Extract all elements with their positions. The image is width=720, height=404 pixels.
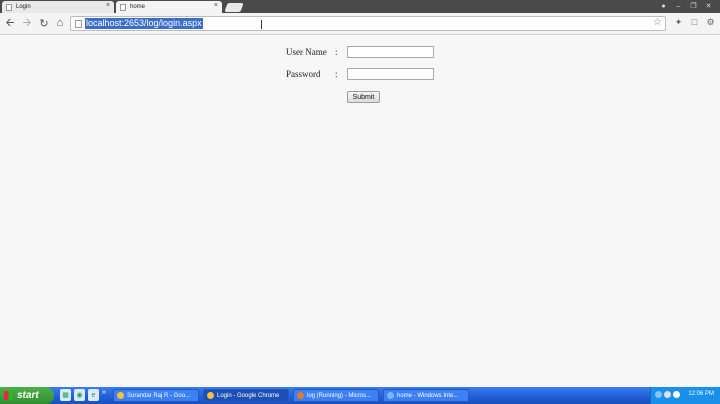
close-icon[interactable]: × <box>106 2 110 9</box>
taskbar-item-label: Surandar Raj R - Goo... <box>127 392 191 399</box>
username-label: User Name <box>286 47 327 57</box>
visual-studio-icon <box>297 392 304 399</box>
taskbar-item-label: Login - Google Chrome <box>217 392 280 399</box>
close-icon[interactable]: × <box>214 2 218 9</box>
url-text[interactable]: localhost:2653/log/login.aspx <box>85 18 203 29</box>
extension-icon[interactable]: ✦ <box>673 16 684 28</box>
address-bar[interactable]: localhost:2653/log/login.aspx ☆ <box>70 16 666 31</box>
password-input[interactable] <box>347 68 434 80</box>
network-icon[interactable] <box>655 391 662 398</box>
user-icon[interactable]: ● <box>658 1 669 11</box>
page-icon <box>120 3 126 11</box>
chrome-icon[interactable]: ◉ <box>74 389 85 401</box>
ie-icon <box>387 392 394 399</box>
show-desktop-icon[interactable]: ▦ <box>60 389 71 401</box>
username-colon: : <box>335 47 338 57</box>
taskbar: start ▦ ◉ e » Surandar Raj R - Goo... Lo… <box>0 387 720 404</box>
tab-title: home <box>130 4 146 10</box>
taskbar-item[interactable]: home - Windows Inte... <box>383 389 469 402</box>
window-controls: ● – ❐ ✕ <box>658 1 714 11</box>
toolbar-right: ✦ □ ⚙ <box>673 16 716 28</box>
tab-home[interactable]: home × <box>116 1 222 13</box>
back-icon[interactable]: 🡨 <box>3 16 17 30</box>
taskbar-item-label: log (Running) - Micros... <box>307 392 372 399</box>
ie-icon[interactable]: e <box>88 389 99 401</box>
clock: 12:06 PM <box>688 391 714 397</box>
tray-app-icon[interactable] <box>673 391 680 398</box>
system-tray: 12:06 PM <box>650 387 720 404</box>
page-icon <box>6 3 12 11</box>
browser-toolbar: 🡨 🡪 ↻ ⌂ localhost:2653/log/login.aspx ☆ … <box>0 13 720 35</box>
page-icon <box>75 20 82 28</box>
username-input[interactable] <box>347 46 434 58</box>
start-label: start <box>17 390 39 401</box>
windows-logo-icon <box>4 391 13 400</box>
password-colon: : <box>335 69 338 79</box>
taskbar-item-label: home - Windows Inte... <box>397 392 459 399</box>
volume-icon[interactable] <box>664 391 671 398</box>
quick-launch-more[interactable]: » <box>102 389 106 396</box>
start-button[interactable]: start <box>0 387 54 404</box>
tab-login[interactable]: Login × <box>2 1 114 13</box>
forward-icon[interactable]: 🡪 <box>20 16 34 30</box>
taskbar-item[interactable]: Surandar Raj R - Goo... <box>113 389 199 402</box>
taskbar-item-active[interactable]: Login - Google Chrome <box>203 389 289 402</box>
reload-icon[interactable]: ↻ <box>37 16 51 30</box>
close-window-icon[interactable]: ✕ <box>703 1 714 11</box>
minimize-icon[interactable]: – <box>673 1 684 11</box>
restore-icon[interactable]: ❐ <box>688 1 699 11</box>
tab-title: Login <box>16 4 31 10</box>
tab-strip: Login × home × ● – ❐ ✕ <box>0 0 720 13</box>
taskbar-item[interactable]: log (Running) - Micros... <box>293 389 379 402</box>
quick-launch: ▦ ◉ e <box>60 389 99 401</box>
submit-button[interactable]: Submit <box>347 91 380 103</box>
password-label: Password <box>286 69 321 79</box>
login-form: User Name : Password : Submit <box>0 35 720 387</box>
chrome-icon <box>207 392 214 399</box>
page-menu-icon[interactable]: □ <box>689 16 700 28</box>
new-tab-button[interactable] <box>224 3 244 12</box>
text-cursor <box>261 20 263 29</box>
bookmark-star-icon[interactable]: ☆ <box>653 17 662 28</box>
home-icon[interactable]: ⌂ <box>53 16 67 30</box>
chrome-icon <box>117 392 124 399</box>
wrench-icon[interactable]: ⚙ <box>705 16 716 28</box>
